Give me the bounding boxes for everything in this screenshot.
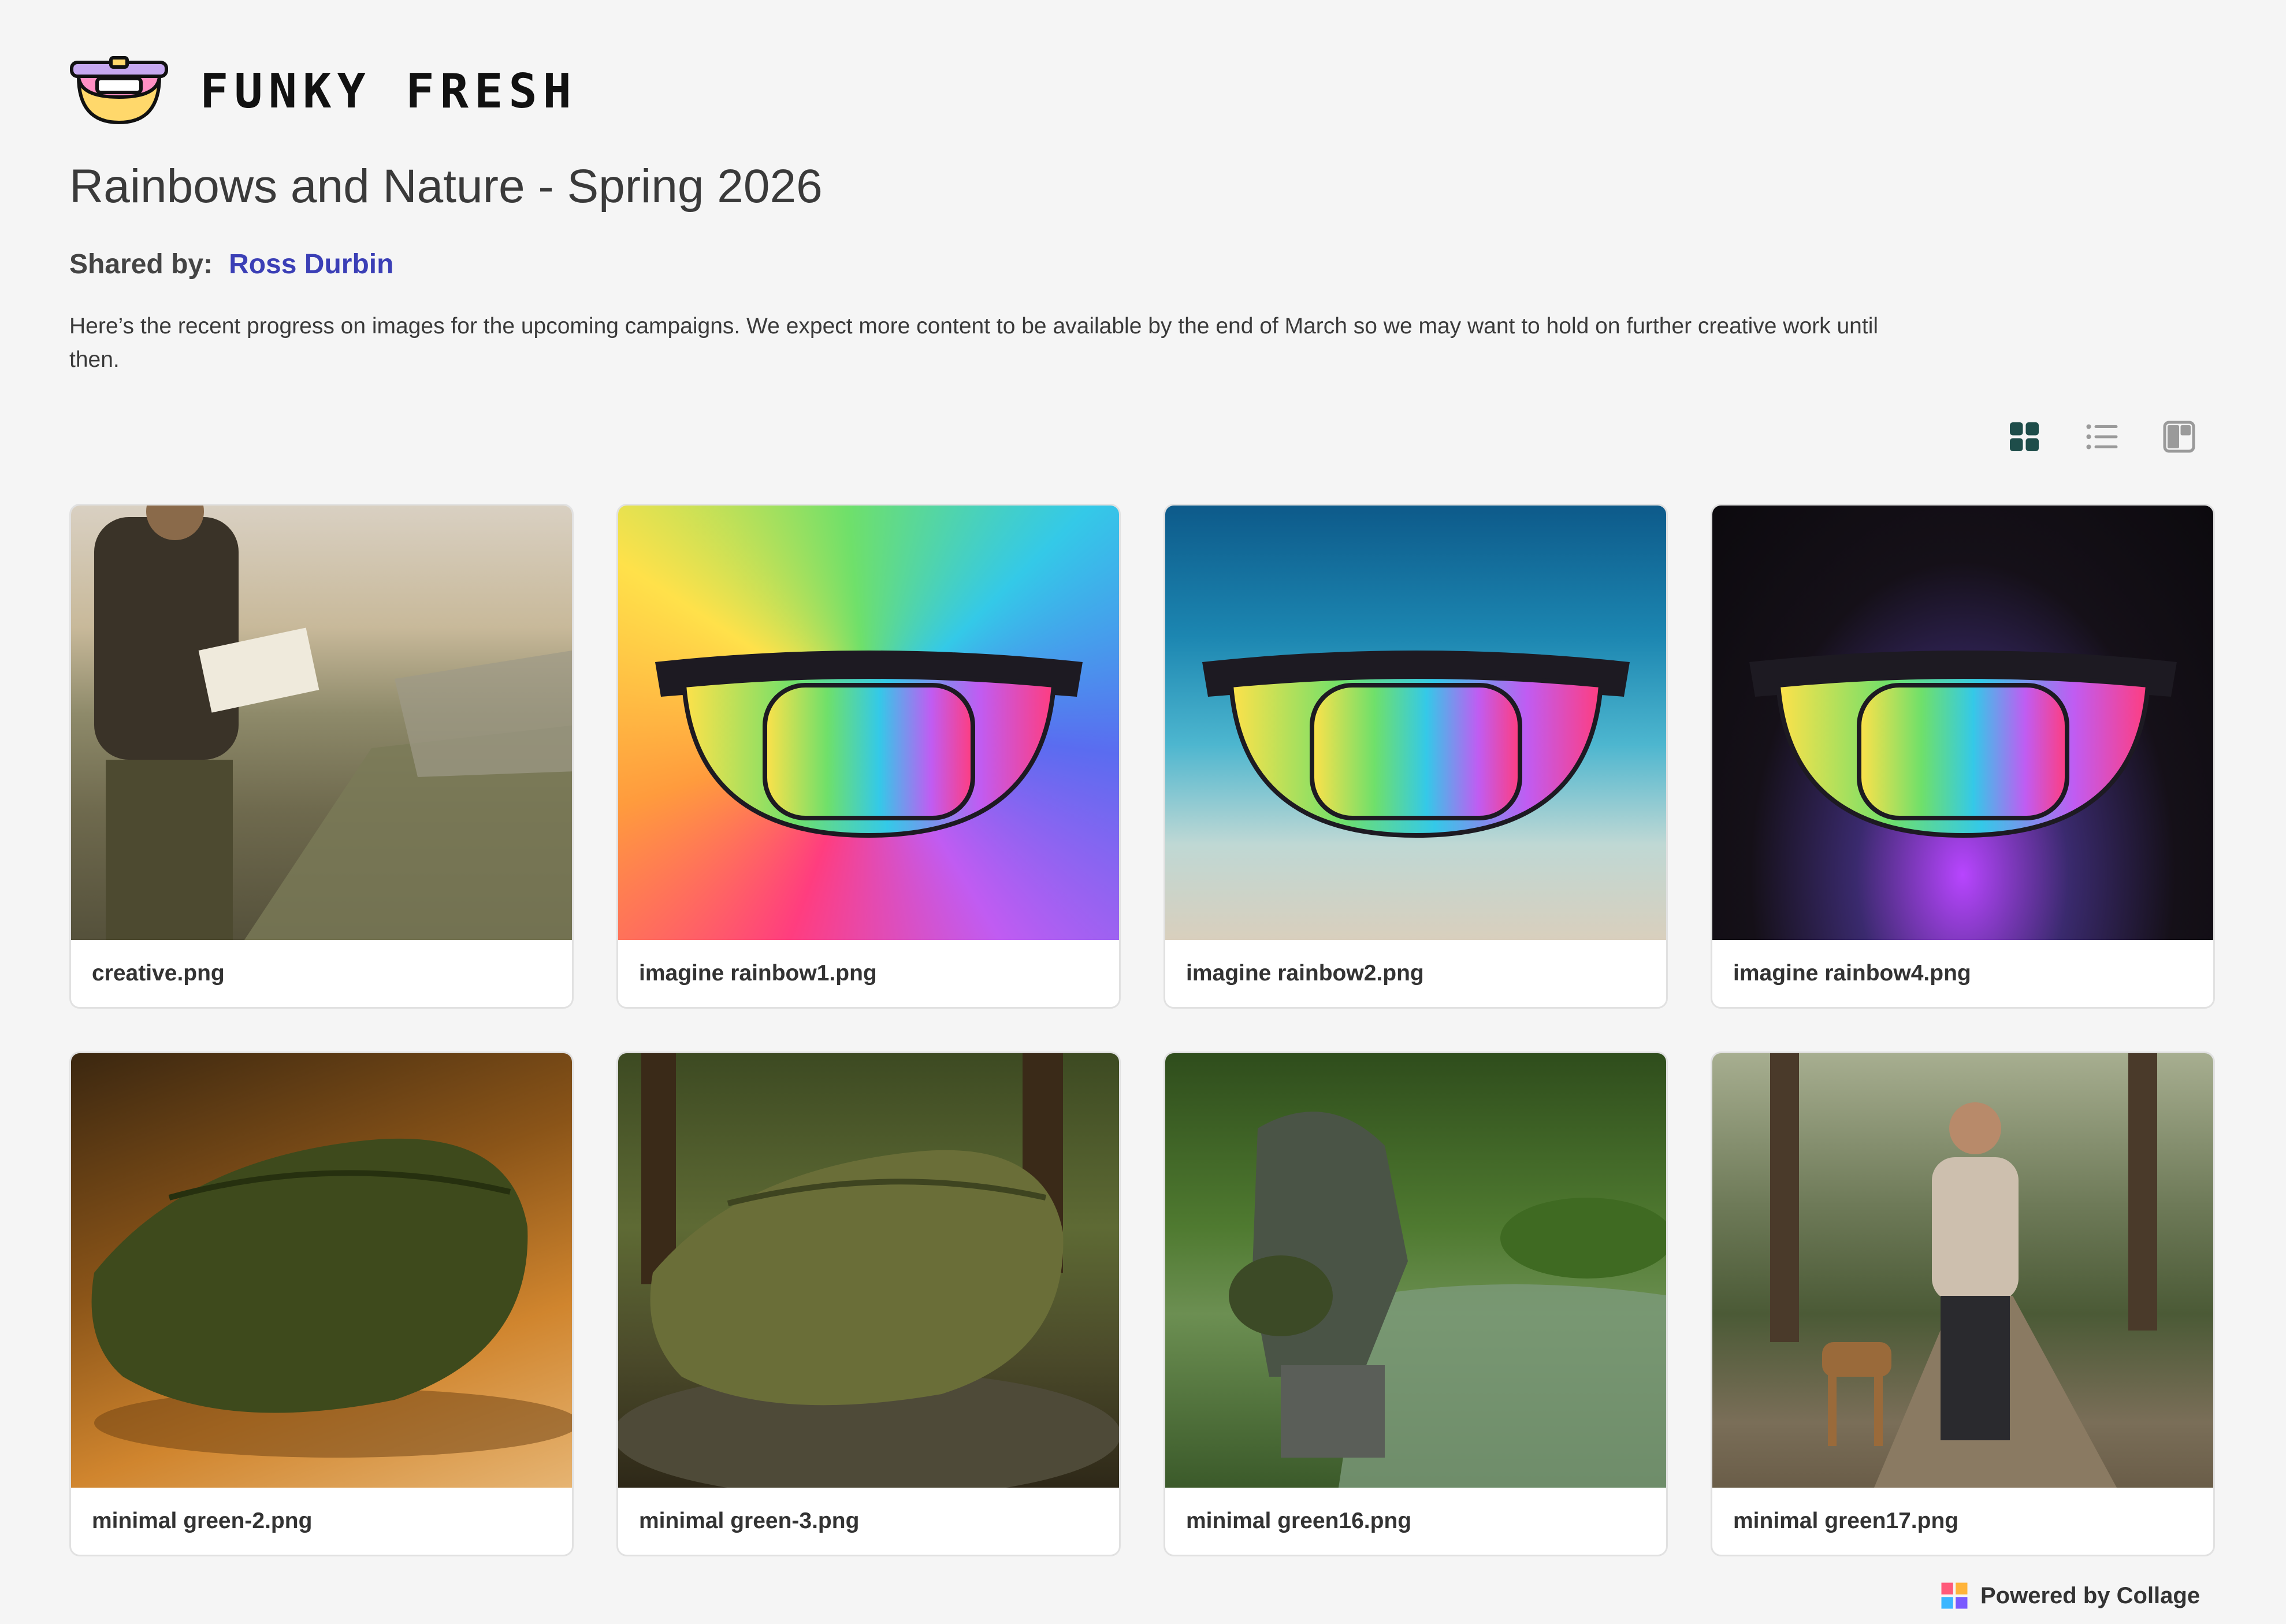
image-filename: imagine rainbow2.png	[1186, 961, 1424, 986]
image-thumbnail	[1165, 1053, 1666, 1488]
image-filename: minimal green16.png	[1186, 1508, 1412, 1533]
image-card[interactable]: creative.png	[69, 504, 574, 1009]
image-thumbnail	[1712, 506, 2213, 940]
powered-by-text: Powered by Collage	[1980, 1582, 2200, 1608]
green-fanny-pack-image	[91, 1138, 572, 1458]
fanny-pack-logo-icon	[70, 56, 168, 125]
collage-logo-icon	[1941, 1582, 1968, 1609]
brand-name: FUNKY FRESH	[200, 64, 578, 119]
rainbow-fanny-pack-image	[655, 651, 1083, 838]
image-card[interactable]: minimal green-3.png	[616, 1051, 1121, 1556]
view-mode-toggles	[2007, 419, 2196, 454]
image-thumbnail	[618, 1053, 1119, 1488]
image-card[interactable]: minimal green17.png	[1711, 1051, 2215, 1556]
image-filename: imagine rainbow4.png	[1733, 961, 1971, 986]
shared-by-user-link[interactable]: Ross Durbin	[229, 248, 393, 280]
collection-description: Here’s the recent progress on images for…	[69, 314, 1879, 372]
image-thumbnail	[618, 506, 1119, 940]
mosaic-view-icon	[2163, 421, 2195, 453]
image-thumbnail	[1165, 506, 1666, 940]
shared-by: Shared by: Ross Durbin	[69, 248, 393, 280]
shared-collection-page: FUNKY FRESH Rainbows and Nature - Spring…	[0, 0, 2286, 1624]
image-filename: minimal green-2.png	[92, 1508, 313, 1533]
hiker-image	[94, 506, 572, 940]
powered-by-footer[interactable]: Powered by Collage	[1939, 1580, 2200, 1611]
photographer-by-stream-image	[1229, 1112, 1666, 1488]
grid-view-icon	[2010, 422, 2039, 451]
mosaic-view-button[interactable]	[2162, 419, 2196, 454]
shared-by-label: Shared by:	[69, 249, 213, 280]
rainbow-fanny-pack-image	[1749, 651, 2177, 838]
brand-header: FUNKY FRESH	[69, 55, 577, 127]
image-grid: creative.png imagine rainbow1.png imagin…	[69, 504, 2215, 1556]
image-thumbnail	[71, 506, 572, 940]
image-filename: imagine rainbow1.png	[639, 961, 877, 986]
grid-view-button[interactable]	[2007, 419, 2042, 454]
green-fanny-pack-image	[618, 1053, 1119, 1488]
image-card[interactable]: minimal green-2.png	[69, 1051, 574, 1556]
page-title: Rainbows and Nature - Spring 2026	[69, 160, 823, 213]
image-filename: minimal green17.png	[1733, 1508, 1959, 1533]
image-card[interactable]: minimal green16.png	[1164, 1051, 1668, 1556]
image-thumbnail	[71, 1053, 572, 1488]
image-filename: creative.png	[92, 961, 225, 986]
list-view-button[interactable]	[2084, 419, 2119, 454]
image-card[interactable]: imagine rainbow2.png	[1164, 504, 1668, 1009]
image-thumbnail	[1712, 1053, 2213, 1488]
image-filename: minimal green-3.png	[639, 1508, 860, 1533]
image-card[interactable]: imagine rainbow1.png	[616, 504, 1121, 1009]
rainbow-fanny-pack-image	[1202, 651, 1630, 838]
woman-walking-dog-image	[1770, 1053, 2157, 1488]
image-card[interactable]: imagine rainbow4.png	[1711, 504, 2215, 1009]
list-view-icon	[2086, 424, 2118, 449]
